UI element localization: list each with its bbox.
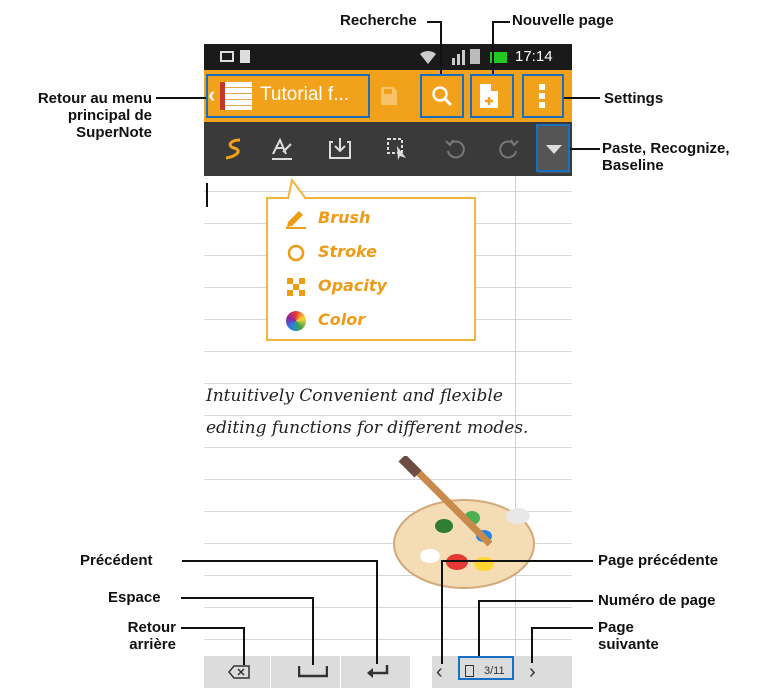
paint-palette-illustration bbox=[393, 456, 535, 589]
signal-icon bbox=[452, 50, 465, 65]
leader-line bbox=[441, 560, 443, 664]
leader-line bbox=[440, 21, 442, 74]
enter-icon[interactable] bbox=[364, 664, 390, 680]
leader-line bbox=[243, 627, 245, 665]
data-icon bbox=[470, 49, 480, 64]
bottom-gap bbox=[410, 656, 432, 688]
select-tool-icon[interactable] bbox=[386, 136, 410, 162]
pen-icon bbox=[286, 211, 306, 229]
highlight-settings bbox=[522, 74, 564, 118]
highlight-new-page bbox=[470, 74, 514, 118]
label-recherche: Recherche bbox=[340, 12, 417, 29]
leader-line bbox=[181, 627, 245, 629]
undo-icon[interactable] bbox=[444, 138, 466, 160]
label-settings: Settings bbox=[604, 90, 664, 107]
opacity-icon bbox=[287, 278, 305, 296]
wifi-icon bbox=[420, 50, 436, 64]
text-tool-icon[interactable] bbox=[270, 136, 294, 162]
circle-icon bbox=[287, 244, 305, 262]
redo-icon[interactable] bbox=[498, 138, 520, 160]
bottom-bar: ‹ 3/11 › bbox=[204, 656, 572, 688]
stroke-label: Stroke bbox=[318, 242, 377, 261]
brush-tool-icon[interactable] bbox=[222, 136, 246, 162]
highlight-back-to-menu bbox=[206, 74, 370, 118]
leader-line bbox=[478, 600, 593, 602]
leader-line bbox=[570, 148, 600, 150]
leader-line bbox=[531, 627, 593, 629]
label-numero-page: Numéro de page bbox=[598, 592, 716, 609]
label-retour-menu: Retour au menu principal de SuperNote bbox=[37, 90, 152, 141]
leader-line bbox=[156, 97, 206, 99]
button-divider bbox=[340, 656, 341, 688]
phone-screen: 17:14 ‹ Tutorial f... Brush Stroke Opaci… bbox=[204, 44, 572, 688]
highlight-paste-menu bbox=[536, 124, 570, 172]
opacity-label: Opacity bbox=[318, 276, 387, 295]
note-page[interactable]: Brush Stroke Opacity Color Intuitively C… bbox=[204, 176, 572, 656]
color-wheel-icon bbox=[286, 311, 306, 331]
handwriting-line-1: Intuitively Convenient and flexible bbox=[206, 386, 503, 406]
next-page-icon[interactable]: › bbox=[529, 661, 536, 684]
insert-tool-icon[interactable] bbox=[328, 136, 352, 162]
text-cursor bbox=[206, 183, 208, 207]
leader-line bbox=[312, 597, 314, 665]
brush-label: Brush bbox=[318, 208, 371, 227]
gallery-notification-icon bbox=[220, 51, 234, 62]
label-page-suivante: Page suivante bbox=[598, 619, 659, 653]
backspace-icon[interactable] bbox=[228, 665, 250, 679]
tool-tip-bubble: Brush Stroke Opacity Color bbox=[266, 197, 476, 341]
color-label: Color bbox=[318, 310, 366, 329]
bubble-pointer bbox=[287, 178, 307, 200]
label-nouvelle-page: Nouvelle page bbox=[512, 12, 614, 29]
file-notification-icon bbox=[240, 50, 250, 63]
leader-line bbox=[531, 627, 533, 663]
leader-line bbox=[478, 600, 480, 656]
save-icon[interactable] bbox=[380, 86, 398, 106]
leader-line bbox=[181, 597, 314, 599]
leader-line bbox=[492, 21, 494, 74]
leader-line bbox=[492, 21, 510, 23]
leader-line bbox=[564, 97, 600, 99]
handwriting-line-2: editing functions for different modes. bbox=[206, 418, 529, 438]
tool-bar bbox=[204, 122, 572, 176]
previous-page-icon[interactable]: ‹ bbox=[436, 661, 443, 684]
clock: 17:14 bbox=[515, 48, 553, 65]
leader-line bbox=[441, 560, 593, 562]
button-divider bbox=[270, 656, 271, 688]
leader-line bbox=[182, 560, 376, 562]
leader-line bbox=[376, 560, 378, 664]
highlight-search bbox=[420, 74, 464, 118]
label-page-precedente: Page précédente bbox=[598, 552, 719, 569]
space-icon[interactable] bbox=[298, 664, 328, 678]
status-bar: 17:14 bbox=[204, 44, 572, 70]
label-espace: Espace bbox=[108, 589, 161, 606]
label-precedent: Précédent bbox=[80, 552, 153, 569]
highlight-page-number bbox=[458, 656, 514, 680]
label-paste: Paste, Recognize, Baseline bbox=[602, 140, 730, 174]
leader-line bbox=[427, 21, 440, 23]
label-retour-arriere: Retour arrière bbox=[127, 619, 176, 653]
